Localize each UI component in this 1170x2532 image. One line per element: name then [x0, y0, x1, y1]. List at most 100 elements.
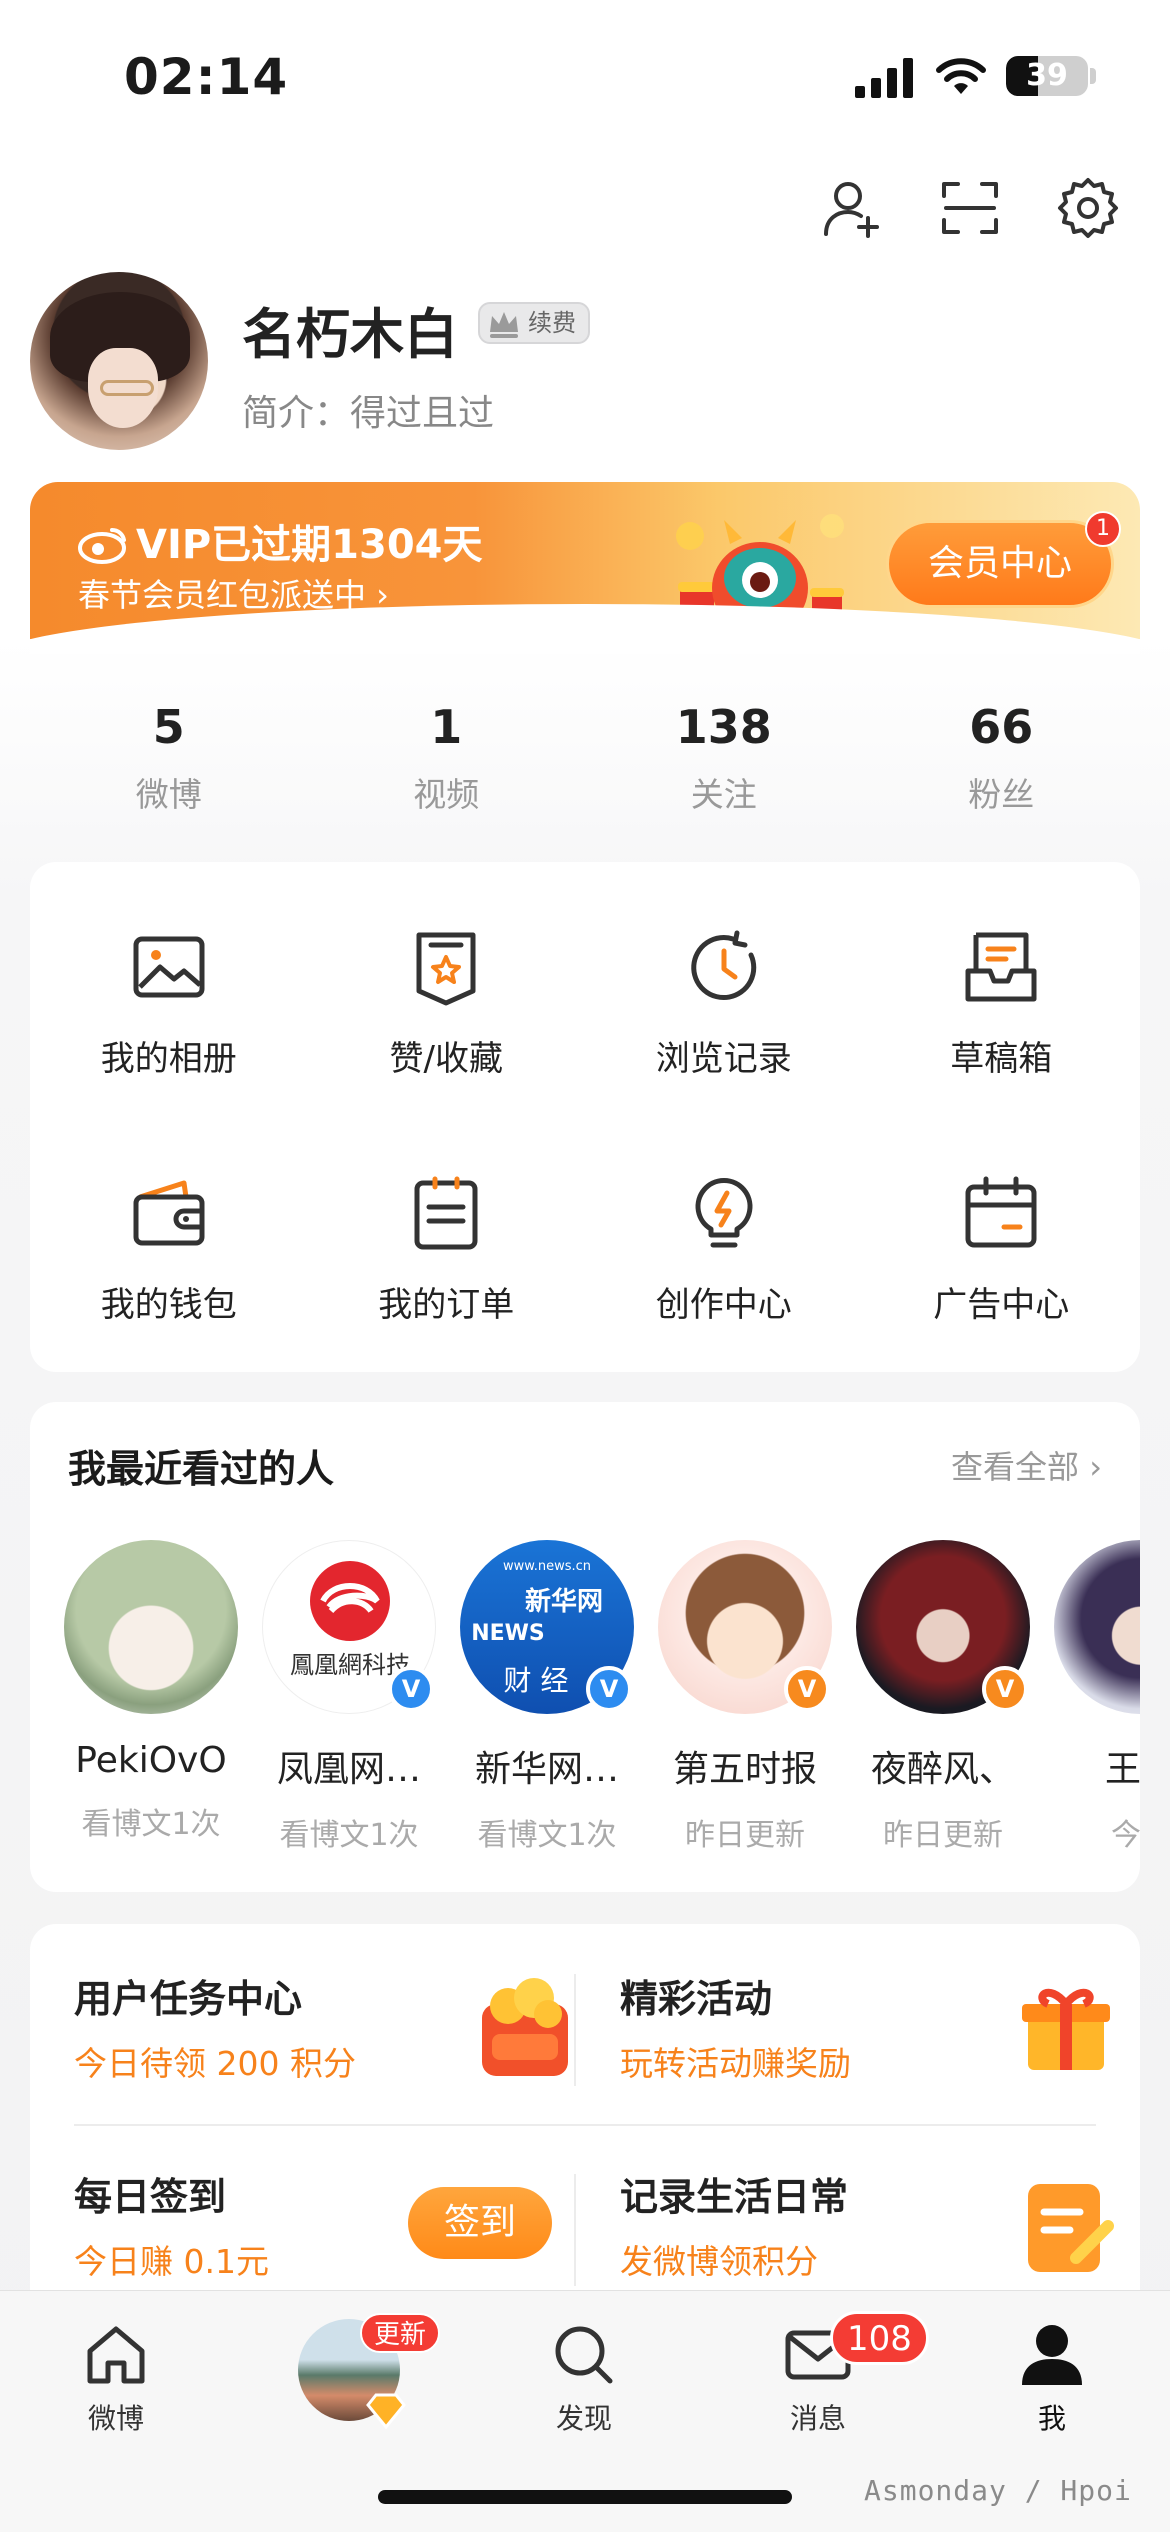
recent-person[interactable]: V 第五时报 昨日更新: [646, 1540, 844, 1860]
recent-people-list: PekiOvO 看博文1次 鳳凰網科技 V 凤凰网… 看博文1次 www.new…: [52, 1540, 1140, 1860]
creator-bulb-icon: [695, 1177, 753, 1247]
vip-banner[interactable]: VIP已过期1304天 春节会员红包派送中 › 会员中心 1: [30, 482, 1140, 654]
tab-label: 微博: [87, 2402, 144, 2435]
xinhua-logo-news: NEWS: [471, 1621, 545, 1646]
history-icon: [691, 930, 756, 1000]
vertical-divider: [574, 1974, 576, 2086]
crown-icon: [490, 312, 518, 338]
video-update-badge: 更新: [360, 2313, 441, 2353]
recent-person[interactable]: PekiOvO 看博文1次: [52, 1540, 250, 1860]
search-icon: [555, 2326, 613, 2384]
grid-item-wallet[interactable]: 我的钱包: [30, 1126, 308, 1372]
weibo-vip-icon: [78, 527, 126, 564]
battery-percent: 39: [1026, 58, 1068, 93]
grid-item-favorites[interactable]: 赞/收藏: [308, 880, 586, 1126]
stat-video[interactable]: 1 视频: [308, 700, 586, 816]
grid-item-label: 我的相册: [100, 1038, 237, 1079]
add-friend-button[interactable]: [820, 176, 884, 240]
gift-icon: [1022, 1988, 1110, 2070]
profile-bio[interactable]: 简介：得过且过: [242, 384, 494, 436]
xinhua-logo-url: www.news.cn: [503, 1559, 591, 1574]
stat-following[interactable]: 138 关注: [585, 700, 863, 816]
diamond-icon: [366, 2393, 406, 2429]
view-all-link[interactable]: 查看全部 ›: [951, 1442, 1102, 1488]
grid-item-ads[interactable]: 广告中心: [863, 1126, 1141, 1372]
vertical-divider: [574, 2174, 576, 2286]
note-edit-icon: [1028, 2184, 1114, 2272]
person-name: 新华网…: [474, 1749, 619, 1790]
orders-icon: [414, 1176, 478, 1249]
profile-avatar[interactable]: [30, 272, 208, 450]
stat-number: 5: [152, 700, 185, 754]
tab-home[interactable]: 微博: [46, 2319, 186, 2437]
grid-item-creator[interactable]: 创作中心: [585, 1126, 863, 1372]
wifi-icon: [936, 58, 986, 94]
tab-discover[interactable]: 发现: [514, 2319, 654, 2437]
cellular-signal-icon: [855, 58, 913, 98]
member-center-button[interactable]: 会员中心 1: [886, 511, 1121, 608]
grid-item-label: 广告中心: [933, 1284, 1070, 1325]
wallet-icon: [133, 1180, 205, 1245]
xinhua-logo-text: 新华网: [525, 1586, 603, 1617]
recent-title: 我最近看过的人: [68, 1447, 335, 1491]
member-center-label: 会员中心: [927, 543, 1072, 584]
stat-number: 138: [675, 700, 772, 754]
stat-label: 关注: [690, 775, 757, 814]
grid-item-label: 我的订单: [378, 1284, 515, 1325]
battery-icon: 39: [1006, 56, 1088, 96]
person-activity: 看博文1次: [477, 1818, 617, 1853]
tab-label: 我: [1037, 2402, 1066, 2435]
grid-item-label: 草稿箱: [950, 1038, 1053, 1079]
watermark: Asmonday / Hpoi: [864, 2474, 1132, 2507]
stat-followers[interactable]: 66 粉丝: [863, 700, 1141, 816]
photo-album-icon: [133, 936, 205, 997]
person-avatar: V: [658, 1540, 832, 1714]
verified-badge: V: [586, 1666, 632, 1712]
message-count-badge: 108: [830, 2311, 929, 2365]
grid-item-history[interactable]: 浏览记录: [585, 880, 863, 1126]
checkin-button[interactable]: 签到: [408, 2187, 552, 2259]
recent-person[interactable]: 王者 今日: [1042, 1540, 1140, 1860]
status-bar: 02:14 39: [0, 0, 1170, 150]
person-activity: 昨日更新: [883, 1818, 1003, 1853]
profile-page: 02:14 39 名朽木白 续费 简介：得过且过 VIP已过期1304天 春节会…: [0, 0, 1170, 2532]
scan-button[interactable]: [938, 176, 1002, 240]
recent-person[interactable]: www.news.cn 新华网 NEWS 财 经 V 新华网… 看博文1次: [448, 1540, 646, 1860]
tab-label: 发现: [555, 2402, 612, 2435]
stat-weibo[interactable]: 5 微博: [30, 700, 308, 816]
events-entry[interactable]: 精彩活动 玩转活动赚奖励: [620, 1968, 1140, 2148]
vip-renew-badge[interactable]: 续费: [478, 302, 590, 344]
grid-item-label: 浏览记录: [655, 1038, 792, 1079]
grid-item-drafts[interactable]: 草稿箱: [863, 880, 1141, 1126]
person-avatar: V: [856, 1540, 1030, 1714]
add-user-icon: [824, 182, 879, 238]
person-name: 王者: [1104, 1749, 1140, 1790]
verified-badge: V: [784, 1666, 830, 1712]
vip-title-text: VIP已过期1304天: [136, 522, 483, 568]
grid-item-label: 我的钱包: [100, 1284, 237, 1325]
scan-icon: [942, 182, 998, 234]
renew-label: 续费: [528, 309, 576, 337]
member-center-badge: 1: [1085, 511, 1121, 547]
recent-person[interactable]: V 夜醉风、 昨日更新: [844, 1540, 1042, 1860]
home-icon: [87, 2326, 145, 2384]
grid-item-orders[interactable]: 我的订单: [308, 1126, 586, 1372]
person-activity: 看博文1次: [81, 1807, 221, 1842]
person-activity: 昨日更新: [685, 1818, 805, 1853]
recent-person[interactable]: 鳳凰網科技 V 凤凰网… 看博文1次: [250, 1540, 448, 1860]
stat-label: 微博: [135, 775, 202, 814]
tab-me[interactable]: 我: [982, 2319, 1122, 2437]
settings-button[interactable]: [1056, 176, 1120, 240]
person-activity: 看博文1次: [279, 1818, 419, 1853]
stat-number: 66: [969, 700, 1034, 754]
task-center-entry[interactable]: 用户任务中心 今日待领 200 积分: [74, 1968, 594, 2148]
profile-name[interactable]: 名朽木白: [242, 290, 458, 369]
grid-item-album[interactable]: 我的相册: [30, 880, 308, 1126]
person-activity: 今日: [1111, 1818, 1140, 1853]
gear-icon: [1058, 178, 1118, 238]
person-name: PekiOvO: [75, 1740, 227, 1781]
stat-label: 粉丝: [968, 775, 1035, 814]
verified-badge: V: [982, 1666, 1028, 1712]
favorite-icon: [416, 932, 476, 1005]
stat-number: 1: [430, 700, 463, 754]
